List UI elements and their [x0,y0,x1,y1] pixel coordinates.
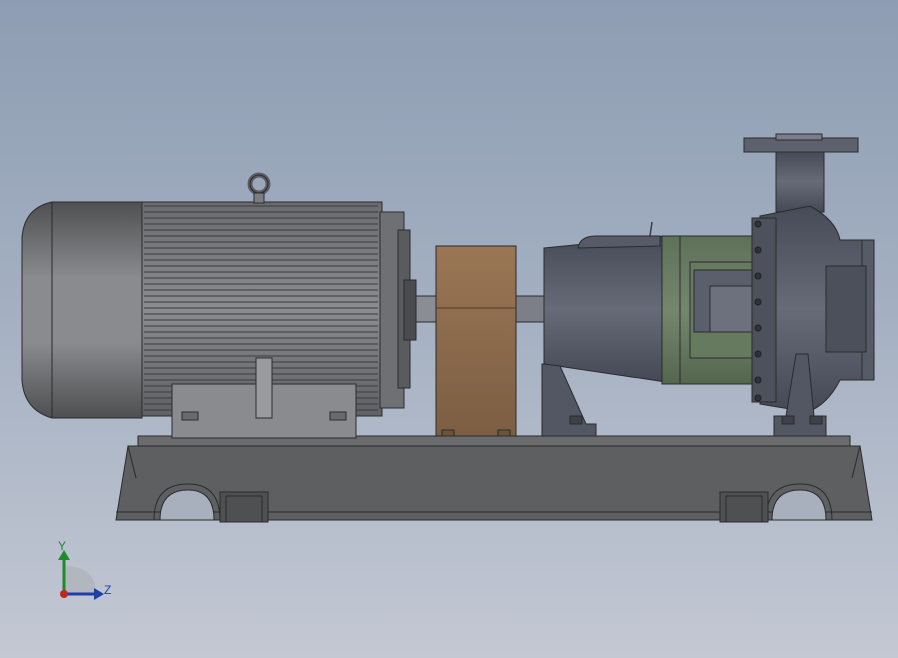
casing-bolt [754,246,762,254]
base-plate[interactable] [115,435,873,523]
bearing-adapter[interactable] [661,235,759,385]
coupling-guard[interactable] [435,245,517,437]
model-scene[interactable]: Y Z [0,0,898,658]
casing-bolt [754,298,762,306]
electric-motor[interactable] [21,172,417,439]
casing-bolt [754,220,762,228]
pump-shaft [513,295,545,323]
x-axis-dot [60,590,68,598]
z-axis-label: Z [104,583,111,597]
pump-casing[interactable] [743,133,875,437]
casing-bolt [754,394,762,402]
graphics-viewport[interactable]: Y Z [0,0,898,658]
casing-bolt [754,324,762,332]
casing-bolt [754,350,762,358]
y-axis-label: Y [58,539,66,553]
coordinate-triad: Y Z [58,539,111,600]
casing-bolt [754,376,762,384]
casing-bolt [754,272,762,280]
bearing-frame[interactable] [541,221,667,437]
